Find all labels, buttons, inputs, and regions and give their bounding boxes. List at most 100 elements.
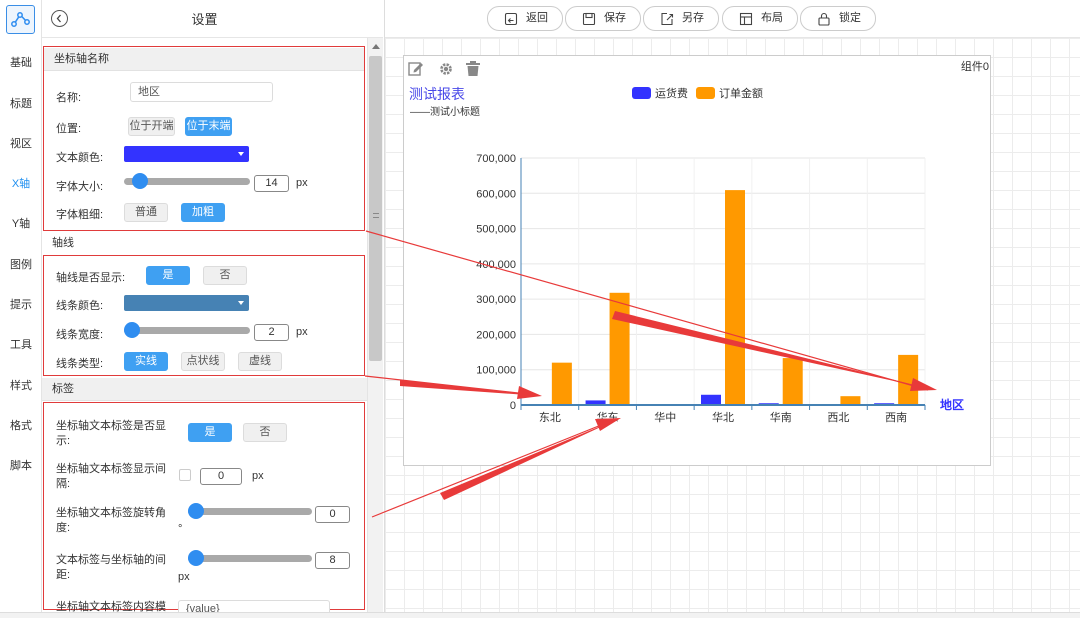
legend-swatch [696, 87, 715, 99]
nav-item-x-axis[interactable]: X轴 [0, 175, 42, 191]
panel-scrollbar[interactable] [367, 38, 383, 618]
y-tick-label: 600,000 [476, 188, 516, 200]
line-type-dashed-button[interactable]: 虚线 [238, 352, 282, 371]
lock-button[interactable]: 锁定 [800, 6, 876, 31]
x-tick-label: 华南 [770, 410, 792, 424]
nav-item-y-axis[interactable]: Y轴 [0, 215, 42, 231]
line-width-slider-handle[interactable] [124, 322, 140, 338]
bar [701, 394, 721, 405]
lock-button-label: 锁定 [839, 12, 861, 24]
settings-panel: 坐标轴名称 名称: 地区 位置: 位于开端 位于末端 文本颜色: 字体大小: 1… [42, 38, 367, 618]
font-size-unit: px [296, 177, 308, 189]
nav-item-script[interactable]: 脚本 [0, 457, 42, 473]
nav-item-title[interactable]: 标题 [0, 95, 42, 111]
label-interval-label: 坐标轴文本标签显示间隔: [56, 463, 166, 490]
axis-line-show-no-button[interactable]: 否 [203, 266, 247, 285]
label-interval-unit: px [252, 470, 264, 482]
scrollbar-thumb[interactable] [369, 56, 382, 361]
grip-icon [373, 213, 379, 218]
y-tick-label: 300,000 [476, 294, 516, 306]
label-rotate-label: 坐标轴文本标签旋转角度: [56, 507, 166, 534]
y-tick-label: 200,000 [476, 329, 516, 341]
line-color-picker[interactable] [124, 295, 249, 311]
line-width-input[interactable]: 2 [254, 324, 289, 341]
nav-item-basic[interactable]: 基础 [0, 54, 42, 70]
chevron-down-icon [238, 301, 244, 305]
save-button-label: 保存 [604, 12, 626, 24]
layout-icon [739, 12, 753, 26]
axis-name-header: 坐标轴名称 [44, 48, 364, 71]
y-tick-label: 700,000 [476, 153, 516, 165]
label-show-yes-button[interactable]: 是 [188, 423, 232, 442]
label-interval-checkbox[interactable] [179, 469, 191, 481]
position-start-button[interactable]: 位于开端 [128, 117, 175, 136]
nav-item-tooltip[interactable]: 提示 [0, 296, 42, 312]
line-width-unit: px [296, 326, 308, 338]
y-tick-label: 0 [510, 400, 516, 412]
nav-item-viewport[interactable]: 视区 [0, 135, 42, 151]
line-type-solid-button[interactable]: 实线 [124, 352, 168, 371]
axis-line-header: 轴线 [42, 232, 367, 255]
line-type-label: 线条类型: [56, 358, 104, 370]
legend-label: 订单金额 [719, 86, 763, 100]
x-axis-name: 地区 [940, 397, 964, 412]
label-interval-input[interactable]: 0 [200, 468, 242, 485]
label-margin-unit: px [178, 571, 190, 583]
back-button[interactable]: 返回 [487, 6, 563, 31]
line-width-label: 线条宽度: [56, 329, 104, 341]
label-show-label: 坐标轴文本标签是否显示: [56, 420, 166, 447]
text-color-label: 文本颜色: [56, 152, 104, 164]
x-tick-label: 华北 [712, 410, 734, 424]
nav-item-format[interactable]: 格式 [0, 417, 42, 433]
label-margin-label: 文本标签与坐标轴的间距: [56, 554, 166, 581]
nav-item-tools[interactable]: 工具 [0, 336, 42, 352]
position-label: 位置: [56, 123, 82, 135]
save-button[interactable]: 保存 [565, 6, 641, 31]
label-margin-input[interactable]: 8 [315, 552, 350, 569]
x-tick-label: 西南 [885, 411, 907, 424]
scroll-up-icon[interactable] [372, 44, 380, 49]
axis-line-show-yes-button[interactable]: 是 [146, 266, 190, 285]
line-width-slider-track[interactable] [124, 327, 250, 334]
toolbar: 返回 保存 另存 布局 锁定 [385, 0, 1080, 38]
bar [782, 358, 803, 405]
bar [725, 190, 745, 405]
nav-item-style[interactable]: 样式 [0, 377, 42, 393]
axis-label-header: 标签 [42, 378, 367, 401]
save-as-icon [661, 12, 674, 26]
x-tick-label: 东北 [539, 411, 561, 424]
bar [609, 292, 630, 405]
save-icon [582, 12, 596, 26]
font-size-label: 字体大小: [56, 181, 104, 193]
weight-bold-button[interactable]: 加粗 [181, 203, 225, 222]
bar [840, 396, 861, 405]
nav-item-legend[interactable]: 图例 [0, 256, 42, 272]
font-weight-label: 字体粗细: [56, 209, 104, 221]
position-end-button[interactable]: 位于末端 [185, 117, 232, 136]
panel-header: 设置 [42, 0, 383, 38]
font-size-slider-handle[interactable] [132, 173, 148, 189]
label-rotate-slider-handle[interactable] [188, 503, 204, 519]
layout-button-label: 布局 [761, 12, 783, 24]
font-size-input[interactable]: 14 [254, 175, 289, 192]
bottom-scroll-strip [0, 612, 1080, 618]
label-rotate-slider-track[interactable] [188, 508, 312, 515]
label-margin-slider-track[interactable] [188, 555, 312, 562]
line-type-dotted-button[interactable]: 点状线 [181, 352, 225, 371]
panel-title: 设置 [191, 12, 218, 27]
bar [551, 362, 572, 405]
logo-icon[interactable] [6, 5, 35, 34]
save-as-button[interactable]: 另存 [643, 6, 719, 31]
weight-normal-button[interactable]: 普通 [124, 203, 168, 222]
legend-label: 运货费 [655, 86, 688, 100]
axis-name-input[interactable]: 地区 [130, 82, 273, 102]
x-tick-label: 西北 [827, 411, 849, 424]
label-show-no-button[interactable]: 否 [243, 423, 287, 442]
layout-button[interactable]: 布局 [722, 6, 798, 31]
text-color-picker[interactable] [124, 146, 249, 162]
y-tick-label: 500,000 [476, 224, 516, 236]
bar [898, 354, 919, 405]
back-icon [504, 12, 518, 26]
label-margin-slider-handle[interactable] [188, 550, 204, 566]
label-rotate-input[interactable]: 0 [315, 506, 350, 523]
